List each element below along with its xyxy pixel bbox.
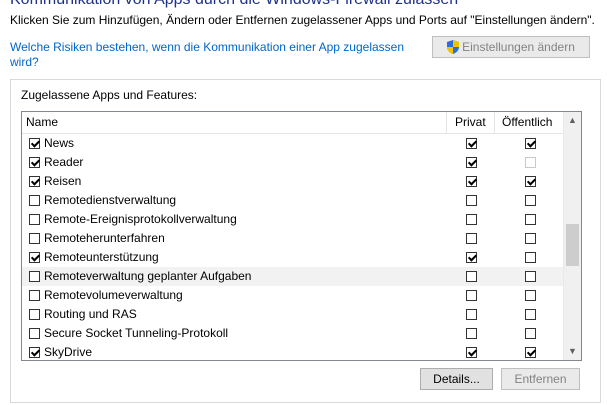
scrollbar-thumb[interactable]	[566, 224, 579, 266]
app-name: Remoteverwaltung geplanter Aufgaben	[44, 269, 252, 283]
table-row[interactable]: Reisen	[22, 172, 565, 191]
app-enabled-checkbox[interactable]	[29, 328, 40, 339]
change-settings-button[interactable]: Einstellungen ändern	[432, 36, 590, 58]
allowed-apps-label: Zugelassene Apps und Features:	[21, 88, 198, 102]
table-row[interactable]: SkyDrive	[22, 343, 565, 360]
app-name: Secure Socket Tunneling-Protokoll	[44, 326, 229, 340]
app-name: Remoteherunterfahren	[44, 231, 165, 245]
scroll-down-icon[interactable]: ▼	[564, 343, 581, 360]
app-name: Routing und RAS	[44, 307, 137, 321]
private-checkbox[interactable]	[466, 176, 477, 187]
public-checkbox[interactable]	[525, 347, 536, 358]
public-checkbox[interactable]	[525, 157, 536, 168]
app-enabled-checkbox[interactable]	[29, 157, 40, 168]
public-checkbox[interactable]	[525, 290, 536, 301]
app-enabled-checkbox[interactable]	[29, 347, 40, 358]
private-checkbox[interactable]	[466, 195, 477, 206]
table-row[interactable]: Remoteverwaltung geplanter Aufgaben	[22, 267, 565, 286]
public-checkbox[interactable]	[525, 233, 536, 244]
app-name: News	[44, 136, 75, 150]
app-enabled-checkbox[interactable]	[29, 252, 40, 263]
remove-button[interactable]: Entfernen	[501, 368, 580, 390]
public-checkbox[interactable]	[525, 309, 536, 320]
public-checkbox[interactable]	[525, 271, 536, 282]
table-row[interactable]: Remoteunterstützung	[22, 248, 565, 267]
app-name: Remotedienstverwaltung	[44, 193, 177, 207]
column-separator	[494, 112, 495, 133]
app-enabled-checkbox[interactable]	[29, 195, 40, 206]
public-checkbox[interactable]	[525, 252, 536, 263]
app-enabled-checkbox[interactable]	[29, 233, 40, 244]
page-title: Kommunikation von Apps durch die Windows…	[10, 0, 458, 9]
app-enabled-checkbox[interactable]	[29, 309, 40, 320]
column-header-name[interactable]: Name	[26, 112, 58, 133]
uac-shield-icon	[447, 40, 460, 54]
private-checkbox[interactable]	[466, 233, 477, 244]
public-checkbox[interactable]	[525, 328, 536, 339]
app-enabled-checkbox[interactable]	[29, 176, 40, 187]
app-enabled-checkbox[interactable]	[29, 290, 40, 301]
column-separator	[446, 112, 447, 133]
app-enabled-checkbox[interactable]	[29, 214, 40, 225]
app-name: Remotevolumeverwaltung	[44, 288, 183, 302]
change-settings-label: Einstellungen ändern	[462, 40, 575, 54]
table-row[interactable]: Remoteherunterfahren	[22, 229, 565, 248]
private-checkbox[interactable]	[466, 271, 477, 282]
private-checkbox[interactable]	[466, 252, 477, 263]
app-rows: News Reader Reisen Remotedienstverwaltung Re…	[22, 134, 565, 360]
details-button[interactable]: Details...	[420, 368, 493, 390]
list-header: Name Privat Öffentlich	[22, 112, 565, 134]
column-header-public[interactable]: Öffentlich	[502, 112, 552, 133]
app-name: Remote-Ereignisprotokollverwaltung	[44, 212, 237, 226]
app-name: Reader	[44, 155, 84, 169]
table-row[interactable]: Reader	[22, 153, 565, 172]
allowed-apps-list[interactable]: Name Privat Öffentlich News Reader Reisen R…	[21, 111, 582, 361]
private-checkbox[interactable]	[466, 347, 477, 358]
public-checkbox[interactable]	[525, 214, 536, 225]
page-subtitle: Klicken Sie zum Hinzufügen, Ändern oder …	[10, 13, 595, 27]
table-row[interactable]: Secure Socket Tunneling-Protokoll	[22, 324, 565, 343]
public-checkbox[interactable]	[525, 138, 536, 149]
table-row[interactable]: Remote-Ereignisprotokollverwaltung	[22, 210, 565, 229]
private-checkbox[interactable]	[466, 157, 477, 168]
public-checkbox[interactable]	[525, 176, 536, 187]
table-row[interactable]: Remotedienstverwaltung	[22, 191, 565, 210]
table-row[interactable]: Routing und RAS	[22, 305, 565, 324]
app-name: Reisen	[44, 174, 82, 188]
private-checkbox[interactable]	[466, 290, 477, 301]
app-name: Remoteunterstützung	[44, 250, 159, 264]
private-checkbox[interactable]	[466, 138, 477, 149]
vertical-scrollbar[interactable]: ▲ ▼	[563, 112, 581, 360]
table-row[interactable]: News	[22, 134, 565, 153]
risks-link[interactable]: Welche Risiken bestehen, wenn die Kommun…	[10, 40, 410, 70]
private-checkbox[interactable]	[466, 309, 477, 320]
app-enabled-checkbox[interactable]	[29, 271, 40, 282]
private-checkbox[interactable]	[466, 328, 477, 339]
app-name: SkyDrive	[44, 345, 93, 359]
private-checkbox[interactable]	[466, 214, 477, 225]
column-header-private[interactable]: Privat	[455, 112, 486, 133]
scroll-up-icon[interactable]: ▲	[564, 112, 581, 129]
table-row[interactable]: Remotevolumeverwaltung	[22, 286, 565, 305]
public-checkbox[interactable]	[525, 195, 536, 206]
app-enabled-checkbox[interactable]	[29, 138, 40, 149]
